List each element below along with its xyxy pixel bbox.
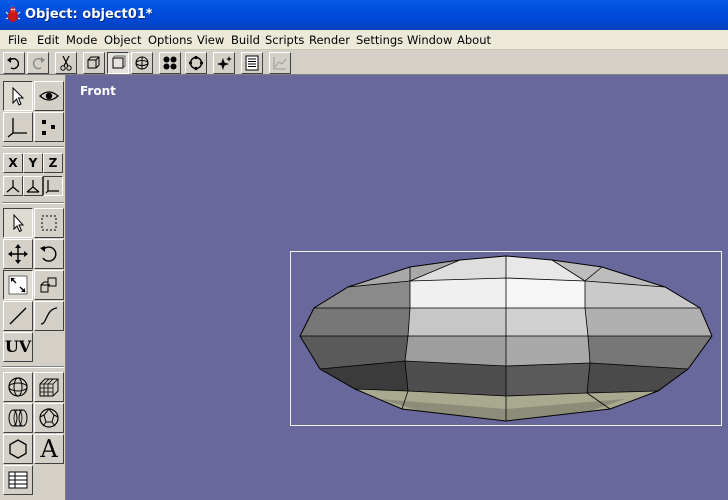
view-3d-button[interactable] — [83, 52, 105, 74]
points-icon — [163, 56, 177, 70]
rect-select-button[interactable] — [34, 208, 64, 238]
view-front-button[interactable] — [107, 52, 129, 74]
pick-tool-button[interactable] — [3, 208, 33, 238]
view-sphere-icon — [135, 56, 149, 70]
geosphere-prim-button[interactable] — [34, 403, 64, 433]
sphere-icon — [8, 377, 28, 397]
rotate-view-icon — [188, 55, 204, 71]
line-icon — [9, 307, 27, 325]
menu-build[interactable]: Build — [231, 33, 260, 47]
sphere-prim-button[interactable] — [3, 372, 33, 402]
coord-world-button[interactable] — [3, 176, 23, 196]
window-title: Object: object01* — [25, 7, 153, 22]
move-icon — [8, 244, 28, 264]
text-prim-button[interactable]: A — [34, 434, 64, 464]
viewport-label: Front — [80, 84, 116, 98]
title-bar: Object: object01* — [0, 0, 728, 30]
text-tool-label: A — [40, 435, 58, 463]
tool-panel: X Y Z UV A — [0, 75, 66, 500]
scale-icon — [8, 275, 28, 295]
axis-z-button[interactable]: Z — [43, 153, 63, 173]
view-front-icon — [112, 55, 126, 69]
menu-window[interactable]: Window — [407, 33, 452, 47]
spreadsheet-button[interactable] — [3, 465, 33, 495]
separator — [2, 146, 64, 148]
list-button[interactable] — [241, 52, 263, 74]
sparkle-icon — [217, 56, 232, 70]
polygon-prim-button[interactable] — [3, 434, 33, 464]
arrow-pointer-icon — [13, 213, 25, 233]
menu-render[interactable]: Render — [309, 33, 350, 47]
axis-y-label: Y — [28, 156, 38, 170]
coord-object-button[interactable] — [23, 176, 43, 196]
select-mode-button[interactable] — [3, 81, 33, 111]
scale-box-button[interactable] — [34, 270, 64, 300]
curve-icon — [40, 307, 58, 325]
cut-icon — [60, 55, 72, 71]
uv-tool-button[interactable]: UV — [3, 332, 33, 362]
axis-y-button[interactable]: Y — [23, 153, 43, 173]
line-tool-button[interactable] — [3, 301, 33, 331]
toolbar — [0, 50, 728, 75]
axis-icon — [7, 118, 27, 138]
menu-object[interactable]: Object — [104, 33, 141, 47]
view-mode-button[interactable] — [34, 81, 64, 111]
menu-view[interactable]: View — [197, 33, 224, 47]
coord-object-icon — [26, 180, 40, 193]
menu-about[interactable]: About — [457, 33, 491, 47]
vertices-icon — [42, 120, 55, 135]
rect-select-icon — [41, 215, 57, 231]
rotate-view-button[interactable] — [185, 52, 207, 74]
spreadsheet-icon — [8, 471, 28, 489]
axis-x-label: X — [8, 156, 18, 170]
scale-box-icon — [40, 277, 57, 293]
cylinder-prim-button[interactable] — [3, 403, 33, 433]
cut-button[interactable] — [55, 52, 77, 74]
scale-tool-button[interactable] — [3, 270, 33, 300]
axis-x-button[interactable]: X — [3, 153, 23, 173]
grid-box-icon — [39, 378, 59, 397]
move-tool-button[interactable] — [3, 239, 33, 269]
graph-button[interactable] — [269, 52, 291, 74]
axis-mode-button[interactable] — [3, 112, 33, 142]
uv-label: UV — [4, 337, 32, 356]
menu-scripts[interactable]: Scripts — [265, 33, 304, 47]
separator — [2, 366, 64, 368]
menu-settings[interactable]: Settings — [356, 33, 403, 47]
redo-button[interactable] — [27, 52, 49, 74]
cylinder-icon — [8, 409, 28, 427]
menu-edit[interactable]: Edit — [37, 33, 59, 47]
geosphere-icon — [39, 408, 59, 428]
box-prim-button[interactable] — [34, 372, 64, 402]
ellipsoid-mesh[interactable] — [290, 251, 722, 426]
menu-bar: File Edit Mode Object Options View Build… — [0, 30, 728, 50]
undo-icon — [7, 57, 20, 70]
arrow-pointer-icon — [12, 86, 25, 106]
vertex-mode-button[interactable] — [34, 112, 64, 142]
sparkle-button[interactable] — [213, 52, 235, 74]
menu-options[interactable]: Options — [148, 33, 192, 47]
viewport-front[interactable]: Front — [66, 75, 728, 500]
separator — [2, 202, 64, 204]
axis-z-label: Z — [48, 156, 58, 170]
coord-world-icon — [6, 180, 20, 193]
rotate-icon — [40, 246, 57, 262]
graph-icon — [273, 57, 287, 70]
menu-file[interactable]: File — [8, 33, 27, 47]
hexagon-icon — [9, 439, 27, 459]
redo-icon — [32, 57, 45, 70]
view-3d-icon — [87, 56, 100, 69]
undo-button[interactable] — [3, 52, 25, 74]
eye-icon — [39, 91, 59, 101]
rotate-tool-button[interactable] — [34, 239, 64, 269]
coord-screen-icon — [45, 180, 59, 194]
coord-screen-button[interactable] — [43, 176, 63, 196]
points-button[interactable] — [159, 52, 181, 74]
view-sphere-button[interactable] — [131, 52, 153, 74]
menu-mode[interactable]: Mode — [66, 33, 97, 47]
curve-tool-button[interactable] — [34, 301, 64, 331]
list-icon — [245, 55, 259, 71]
app-bug-icon[interactable] — [5, 6, 21, 24]
